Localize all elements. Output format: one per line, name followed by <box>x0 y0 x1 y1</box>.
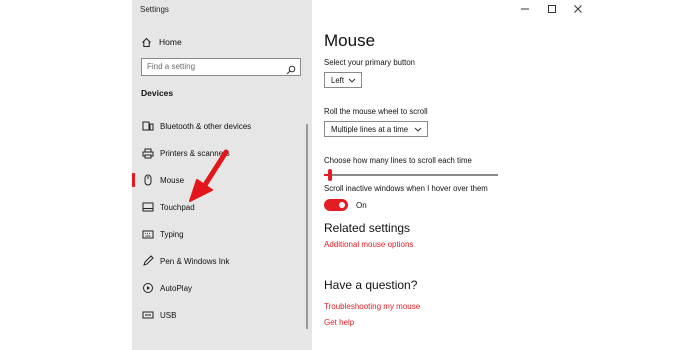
annotation-arrow-icon <box>189 149 229 202</box>
